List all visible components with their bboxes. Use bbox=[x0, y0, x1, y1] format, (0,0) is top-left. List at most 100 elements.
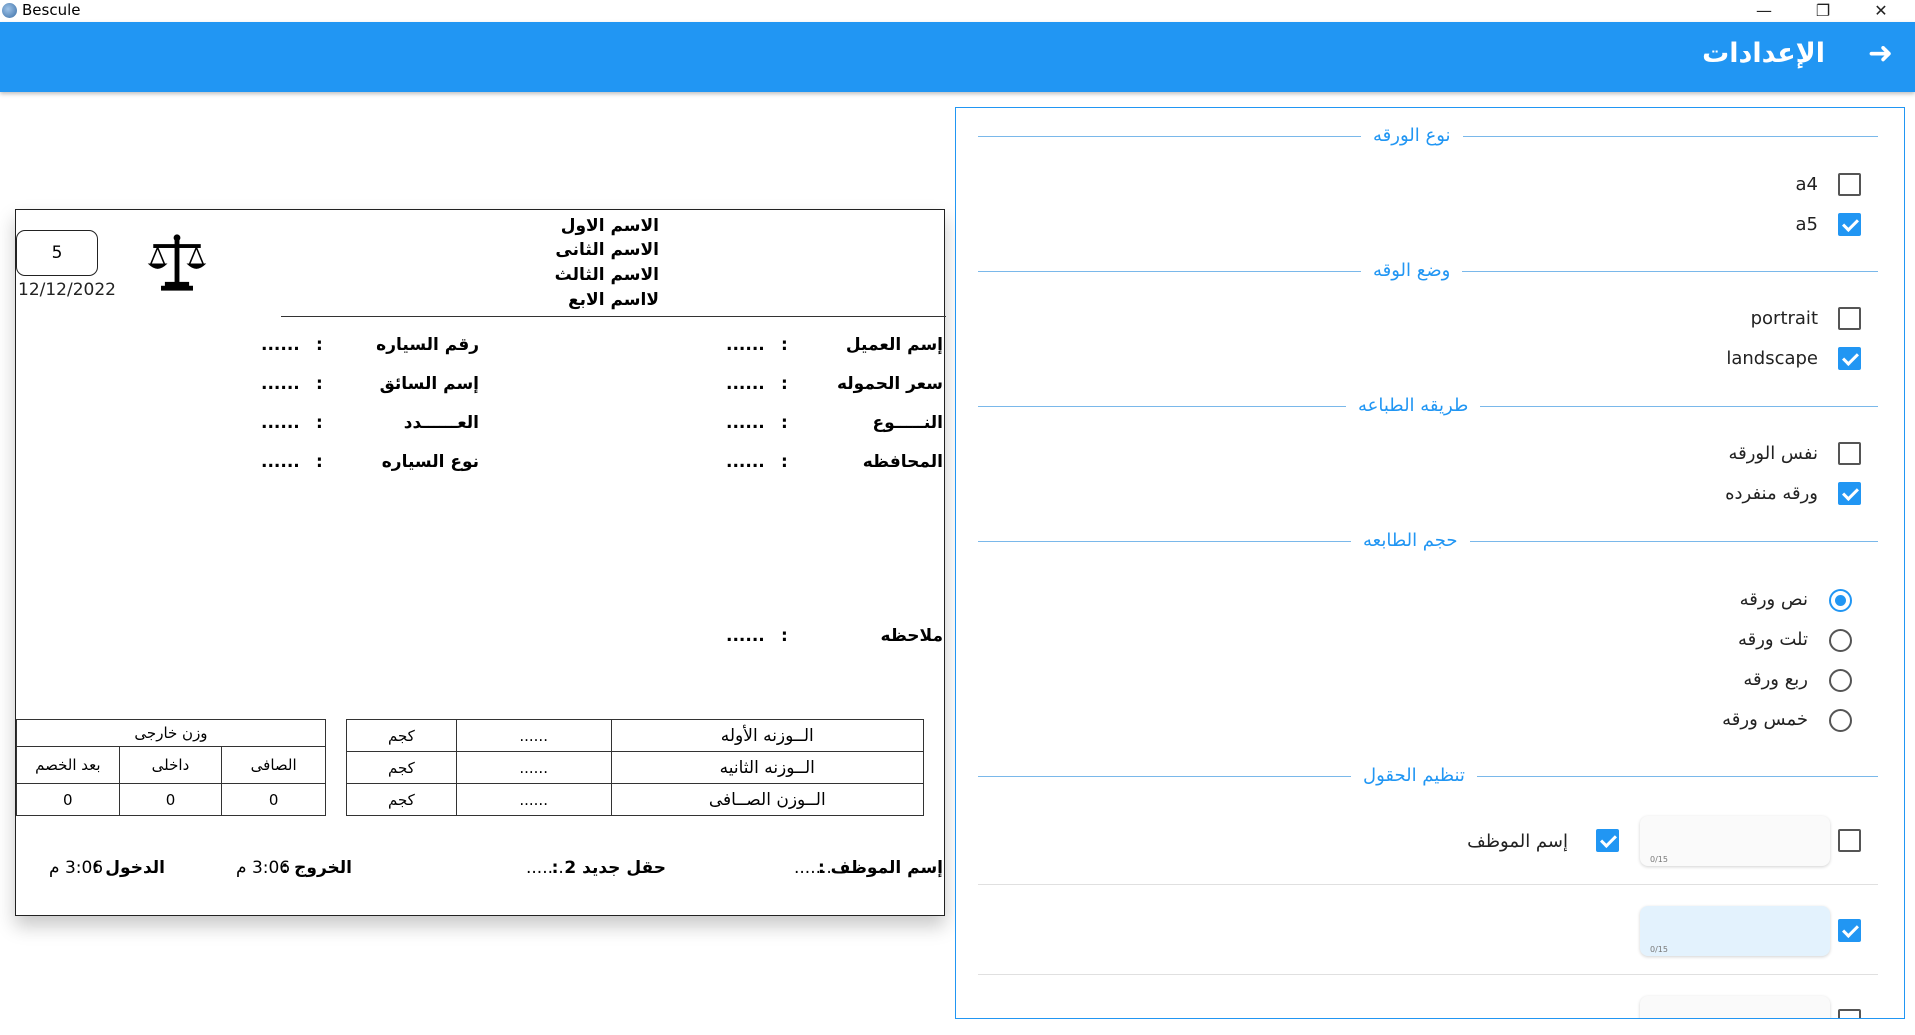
radio-third-page[interactable] bbox=[1829, 629, 1852, 652]
checkbox-field-employee[interactable] bbox=[1596, 829, 1619, 852]
table-row: 0 0 0 bbox=[16, 783, 326, 816]
checkbox-a4[interactable] bbox=[1838, 173, 1861, 196]
external-header-net: الصافى bbox=[221, 746, 326, 784]
external-weight-title: وزن خارجى bbox=[16, 719, 326, 747]
checkbox-row-3[interactable] bbox=[1838, 1009, 1861, 1018]
type-value: ...... bbox=[726, 413, 765, 433]
external-header-after-discount: بعد الخصم bbox=[16, 746, 120, 784]
checkbox-a5[interactable] bbox=[1838, 213, 1861, 236]
quantity-label: العــــــدد bbox=[403, 413, 479, 433]
close-button[interactable]: ✕ bbox=[1858, 0, 1904, 22]
option-quarter-page-label: ربع ورقه bbox=[1743, 669, 1808, 690]
option-a5-label: a5 bbox=[1795, 214, 1818, 235]
field-name-input[interactable]: 0/15 bbox=[1640, 816, 1830, 866]
paper-type-title: نوع الورقه bbox=[1361, 125, 1463, 146]
weight-value: ...... bbox=[456, 783, 612, 816]
weight-unit: كجم bbox=[346, 751, 457, 784]
checkbox-same-page[interactable] bbox=[1838, 442, 1861, 465]
restore-button[interactable]: ❐ bbox=[1800, 0, 1846, 22]
weight-unit: كجم bbox=[346, 719, 457, 752]
table-row: كجم ...... الــوزنه الثانيه bbox=[346, 751, 925, 784]
car-number-value: ...... bbox=[261, 335, 300, 355]
option-landscape-label: landscape bbox=[1726, 348, 1818, 369]
car-type-sep: : bbox=[316, 452, 323, 472]
car-number-label: رقم السياره bbox=[376, 335, 479, 355]
name-line-1: الاسم الاول bbox=[560, 216, 659, 236]
print-preview: 5 12/12/2022 الاسم الاول الاسم الثانى ال… bbox=[15, 209, 946, 916]
note-value: ...... bbox=[726, 626, 765, 646]
checkbox-row-1[interactable] bbox=[1838, 829, 1861, 852]
car-type-label: نوع السياره bbox=[381, 452, 479, 472]
option-portrait-label: portrait bbox=[1750, 308, 1818, 329]
entry-value: 3:06 م bbox=[49, 858, 104, 878]
radio-fifth-page[interactable] bbox=[1829, 709, 1852, 732]
quantity-sep: : bbox=[316, 413, 323, 433]
minimize-button[interactable]: — bbox=[1741, 0, 1787, 22]
external-value-net: 0 bbox=[221, 783, 326, 816]
name-line-4: لااسم الابع bbox=[568, 290, 659, 310]
governorate-value: ...... bbox=[726, 452, 765, 472]
exit-value: 3:06 م bbox=[236, 858, 291, 878]
exit-label: الخروج : bbox=[281, 858, 352, 878]
char-counter: 0/15 bbox=[1650, 855, 1668, 864]
option-a4-label: a4 bbox=[1795, 174, 1818, 195]
ticket-date: 12/12/2022 bbox=[18, 280, 116, 300]
table-row: كجم ...... الــوزنه الأوله bbox=[346, 719, 925, 752]
external-header-inner: داخلى bbox=[118, 746, 223, 784]
load-price-label: سعر الحموله bbox=[836, 374, 943, 394]
field-employee-label: إسم الموظف bbox=[1467, 831, 1568, 852]
table-row: بعد الخصم داخلى الصافى bbox=[16, 746, 326, 784]
checkbox-portrait[interactable] bbox=[1838, 307, 1861, 330]
car-type-value: ...... bbox=[261, 452, 300, 472]
external-weight-table: وزن خارجى بعد الخصم داخلى الصافى 0 0 0 bbox=[16, 719, 326, 816]
row-divider bbox=[978, 884, 1878, 885]
type-label: النـــــوع bbox=[872, 413, 943, 433]
print-size-title: حجم الطابعه bbox=[1351, 530, 1470, 551]
radio-half-page[interactable] bbox=[1829, 589, 1852, 612]
checkbox-row-2[interactable] bbox=[1838, 919, 1861, 942]
field-name-input[interactable]: 0/15 bbox=[1640, 906, 1830, 956]
external-value-inner: 0 bbox=[118, 783, 223, 816]
page-title: الإعدادات bbox=[1702, 38, 1825, 69]
load-price-value: ...... bbox=[726, 374, 765, 394]
option-separate-page-label: ورقه منفرده bbox=[1725, 483, 1818, 504]
app-icon bbox=[2, 3, 17, 18]
ticket-count: 5 bbox=[16, 230, 98, 276]
external-value-after-discount: 0 bbox=[16, 783, 120, 816]
checkbox-landscape[interactable] bbox=[1838, 347, 1861, 370]
table-row: وزن خارجى bbox=[16, 719, 326, 747]
option-fifth-page-label: خمس ورقه bbox=[1722, 709, 1808, 730]
checkbox-separate-page[interactable] bbox=[1838, 482, 1861, 505]
weight-label: الــوزنه الثانيه bbox=[610, 751, 925, 784]
option-third-page-label: تلت ورقه bbox=[1737, 629, 1808, 650]
driver-name-sep: : bbox=[316, 374, 323, 394]
customer-name-sep: : bbox=[781, 335, 788, 355]
load-price-sep: : bbox=[781, 374, 788, 394]
orientation-title: وضع الوقه bbox=[1361, 260, 1463, 281]
char-counter: 0/15 bbox=[1650, 945, 1668, 954]
fields-title: تنظيم الحقول bbox=[1351, 765, 1477, 786]
header-divider bbox=[281, 316, 946, 317]
driver-name-value: ...... bbox=[261, 374, 300, 394]
radio-quarter-page[interactable] bbox=[1829, 669, 1852, 692]
print-method-title: طريقه الطباعه bbox=[1346, 395, 1481, 416]
field-name-input[interactable] bbox=[1640, 996, 1830, 1018]
settings-panel[interactable]: نوع الورقه a4 a5 وضع الوقه portrait land… bbox=[955, 107, 1905, 1019]
car-number-sep: : bbox=[316, 335, 323, 355]
employee-value: ........ bbox=[794, 858, 838, 878]
weight-unit: كجم bbox=[346, 783, 457, 816]
name-line-2: الاسم الثانى bbox=[555, 240, 659, 260]
arrow-right-icon[interactable]: ➜ bbox=[1868, 36, 1893, 71]
type-sep: : bbox=[781, 413, 788, 433]
new-field-value: ........ bbox=[526, 858, 570, 878]
window-title: Bescule bbox=[22, 1, 81, 19]
weights-table: كجم ...... الــوزنه الأوله كجم ...... ال… bbox=[346, 719, 925, 816]
quantity-value: ...... bbox=[261, 413, 300, 433]
governorate-label: المحافظه bbox=[862, 452, 943, 472]
weight-label: الــوزنه الأوله bbox=[610, 719, 925, 752]
weight-value: ...... bbox=[456, 719, 612, 752]
customer-name-label: إسم العميل bbox=[845, 335, 943, 355]
entry-label: الدخول : bbox=[92, 858, 165, 878]
driver-name-label: إسم السائق bbox=[379, 374, 479, 394]
note-label: ملاحظه bbox=[880, 626, 943, 646]
